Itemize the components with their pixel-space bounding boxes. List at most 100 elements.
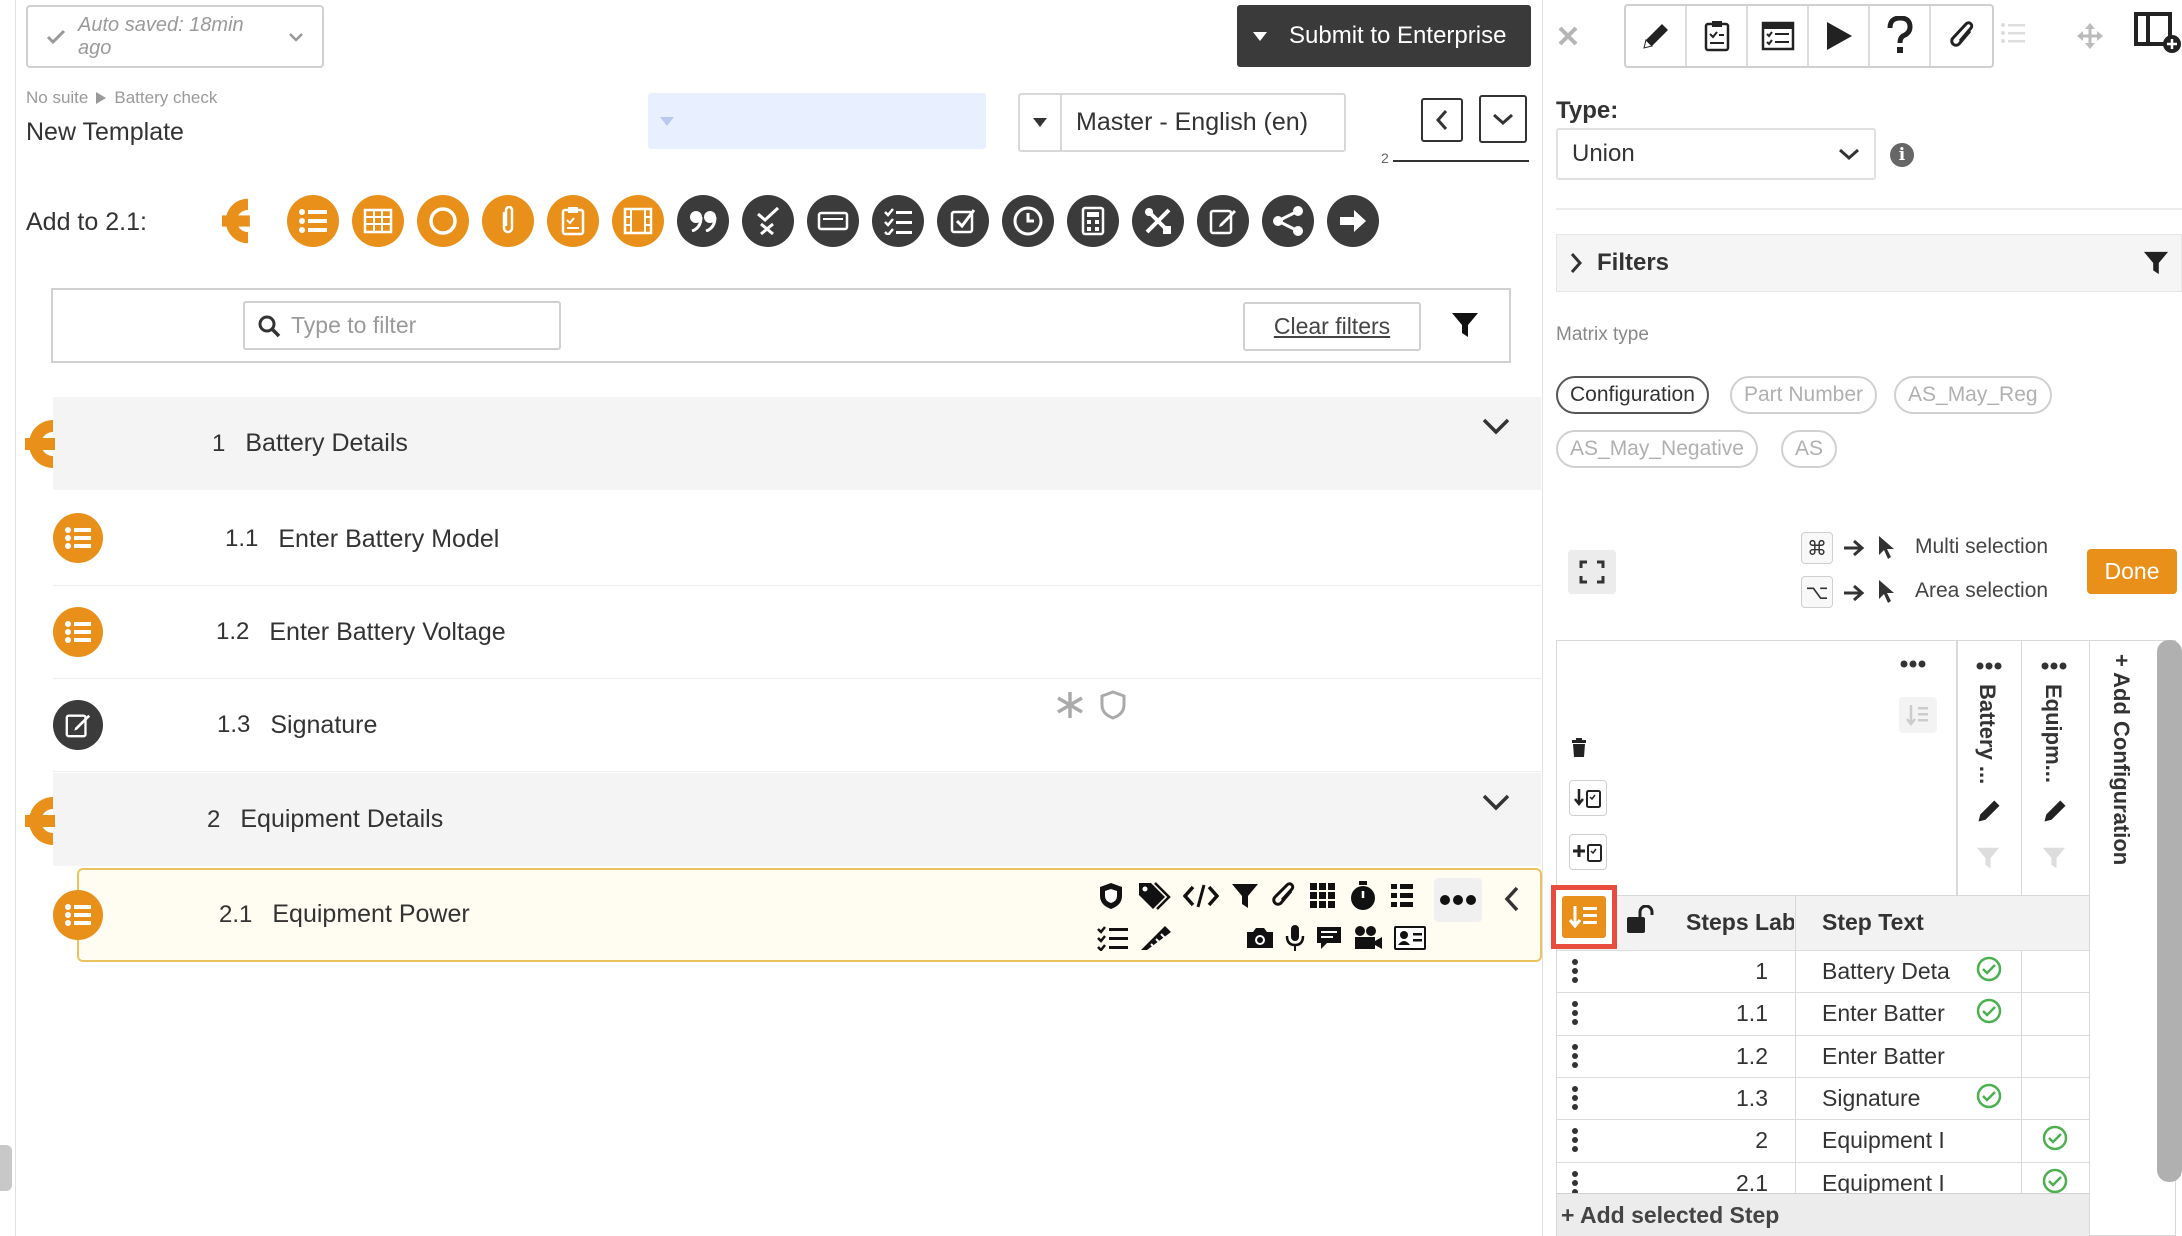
checklist-icon[interactable]: [1097, 925, 1129, 951]
add-panel-icon[interactable]: [2134, 10, 2182, 56]
checkbox-icon[interactable]: [937, 195, 989, 247]
insert-step-below-button[interactable]: [1569, 780, 1607, 816]
autosave-dropdown[interactable]: Auto saved: 18min ago: [26, 5, 324, 68]
help-button[interactable]: [1870, 6, 1931, 66]
signature-icon[interactable]: [1197, 195, 1249, 247]
filter-icon[interactable]: [2042, 846, 2066, 870]
attachment-icon[interactable]: [482, 195, 534, 247]
table-icon[interactable]: [352, 195, 404, 247]
close-icon[interactable]: [1557, 25, 1579, 47]
breadcrumb-template[interactable]: Battery check: [114, 88, 217, 108]
type-select[interactable]: Union: [1556, 128, 1876, 180]
trash-icon[interactable]: [1571, 738, 1587, 758]
code-icon[interactable]: [1183, 883, 1219, 909]
clear-filters-button[interactable]: Clear filters: [1243, 302, 1421, 351]
quote-icon[interactable]: [677, 195, 729, 247]
search-input[interactable]: Type to filter: [243, 301, 561, 350]
pass-fail-icon[interactable]: [742, 195, 794, 247]
ellipsis-icon[interactable]: [1900, 660, 1926, 668]
blue-dropdown[interactable]: [648, 93, 986, 149]
list-item[interactable]: 1.1 Enter Battery Model: [53, 493, 1541, 586]
drag-handle-icon[interactable]: [1571, 1043, 1579, 1069]
attachment-icon[interactable]: [1271, 881, 1297, 911]
form-button[interactable]: [1748, 6, 1809, 66]
list-item[interactable]: 1.3 Signature: [53, 679, 1541, 772]
ruler-icon[interactable]: [1139, 924, 1173, 952]
pencil-button[interactable]: [1626, 6, 1687, 66]
input-box-icon[interactable]: [807, 195, 859, 247]
ellipsis-icon[interactable]: [2041, 662, 2067, 670]
column-header-step-text[interactable]: Step Text: [1822, 909, 1924, 936]
stopwatch-icon[interactable]: [1349, 880, 1377, 912]
template-name[interactable]: New Template: [26, 118, 184, 147]
done-button[interactable]: Done: [2087, 549, 2177, 594]
sort-steps-button[interactable]: [1551, 885, 1617, 949]
move-icon[interactable]: [2076, 22, 2104, 50]
filters-toggle[interactable]: Filters: [1556, 234, 2182, 292]
attachment-button[interactable]: [1931, 6, 1992, 66]
list-item[interactable]: 2 Equipment Details: [53, 773, 1541, 866]
matrix-type-chip[interactable]: Configuration: [1556, 376, 1709, 414]
shield-icon[interactable]: [1097, 881, 1125, 911]
checklist-icon[interactable]: [547, 195, 599, 247]
comment-icon[interactable]: [1315, 925, 1343, 951]
tools-icon[interactable]: [1132, 195, 1184, 247]
microphone-icon[interactable]: [1285, 924, 1305, 952]
calculator-icon[interactable]: [1067, 195, 1119, 247]
more-options-button[interactable]: [1434, 878, 1482, 922]
matrix-type-chip[interactable]: AS: [1781, 430, 1838, 468]
multi-check-icon[interactable]: [872, 195, 924, 247]
required-asterisk-icon[interactable]: [1055, 690, 1085, 720]
pencil-icon[interactable]: [2041, 797, 2069, 825]
prev-page-button[interactable]: [1421, 98, 1463, 142]
clock-icon[interactable]: [1002, 195, 1054, 247]
media-icon[interactable]: [612, 195, 664, 247]
left-scroll-handle[interactable]: [0, 1145, 12, 1191]
column-header-steps-label[interactable]: Steps Lab: [1686, 909, 1794, 936]
clipboard-button[interactable]: [1687, 6, 1748, 66]
add-selected-step-button[interactable]: + Add selected Step: [1557, 1193, 2089, 1236]
check-circle-icon[interactable]: [1976, 956, 2002, 982]
branch-icon[interactable]: [1262, 195, 1314, 247]
drag-handle-icon[interactable]: [1571, 1085, 1579, 1111]
language-select[interactable]: Master - English (en): [1018, 93, 1346, 152]
filter-icon[interactable]: [1976, 846, 2000, 870]
matrix-type-chip[interactable]: AS_May_Reg: [1894, 376, 2052, 414]
drag-handle-icon[interactable]: [1571, 1170, 1579, 1196]
chevron-left-icon[interactable]: [1503, 885, 1521, 913]
fullscreen-button[interactable]: [1568, 550, 1616, 594]
next-arrow-icon[interactable]: [1327, 195, 1379, 247]
matrix-scrollbar[interactable]: [2157, 640, 2182, 1182]
filter-icon[interactable]: [1231, 882, 1259, 910]
check-circle-icon[interactable]: [2042, 1125, 2068, 1151]
add-configuration-button[interactable]: + Add Configuration: [2108, 654, 2134, 865]
section-icon[interactable]: [222, 195, 274, 247]
matrix-type-chip[interactable]: AS_May_Negative: [1556, 430, 1758, 468]
matrix-type-chip[interactable]: Part Number: [1730, 376, 1878, 414]
breadcrumb-suite[interactable]: No suite: [26, 88, 88, 108]
chevron-down-icon[interactable]: [1481, 793, 1511, 813]
chevron-down-icon[interactable]: [1481, 417, 1511, 437]
shield-icon[interactable]: [1100, 690, 1126, 720]
column-header-equipment[interactable]: Equipm...: [2040, 684, 2066, 783]
info-icon[interactable]: i: [1890, 143, 1914, 167]
collapse-button[interactable]: [1479, 95, 1527, 143]
grid-icon[interactable]: [1309, 882, 1337, 910]
column-header-battery[interactable]: Battery ...: [1974, 684, 2000, 784]
drag-handle-icon[interactable]: [1571, 1000, 1579, 1026]
filter-icon[interactable]: [1451, 311, 1479, 339]
id-card-icon[interactable]: [1393, 925, 1427, 951]
tag-icon[interactable]: [1137, 881, 1171, 911]
pencil-icon[interactable]: [1975, 797, 2003, 825]
unlock-icon[interactable]: [1626, 905, 1654, 935]
drag-handle-icon[interactable]: [1571, 958, 1579, 984]
video-icon[interactable]: [1353, 925, 1383, 951]
submit-to-enterprise-button[interactable]: Submit to Enterprise: [1237, 5, 1531, 67]
list-item[interactable]: 1 Battery Details: [53, 397, 1541, 490]
play-button[interactable]: [1809, 6, 1870, 66]
ellipsis-icon[interactable]: [1976, 662, 2002, 670]
camera-icon[interactable]: [1245, 926, 1275, 950]
filter-icon[interactable]: [2143, 250, 2169, 276]
data-stack-icon[interactable]: [1389, 882, 1415, 910]
check-circle-icon[interactable]: [1976, 998, 2002, 1024]
